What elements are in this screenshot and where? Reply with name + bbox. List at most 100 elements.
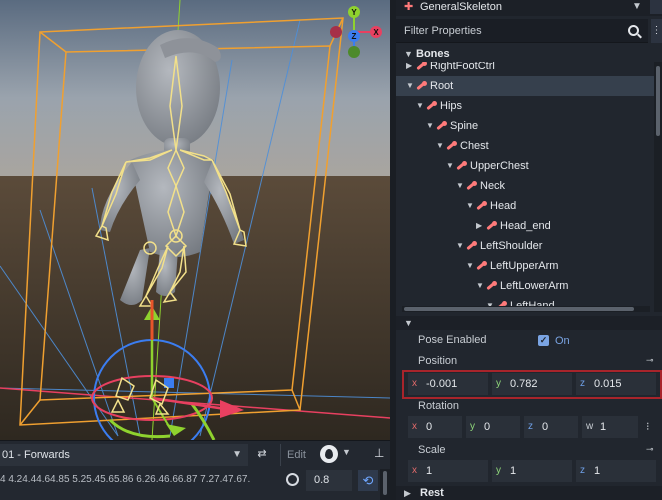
3d-viewport[interactable]: Y X Z: [0, 0, 390, 440]
edit-button[interactable]: Edit: [280, 444, 312, 466]
bone-icon: [486, 281, 497, 290]
chevron-down-icon[interactable]: ▼: [342, 447, 351, 457]
bone-tree-vertical-scrollbar[interactable]: [654, 62, 662, 312]
bone-tree-item[interactable]: ▼ LeftLowerArm: [396, 276, 654, 296]
chevron-down-icon[interactable]: ▼: [416, 96, 424, 116]
bone-name: Root: [430, 80, 454, 92]
inspector-panel: ✚ GeneralSkeleton ▼ ⋮ ▼ Bones ▶ RightFoot…: [396, 0, 662, 500]
bone-name: Neck: [480, 180, 506, 192]
pose-enabled-value[interactable]: On: [555, 332, 570, 350]
history-icon[interactable]: [650, 0, 662, 14]
axis-y-label: y: [470, 421, 475, 432]
timeline-scrollbar[interactable]: [380, 469, 390, 500]
chevron-down-icon[interactable]: ▼: [466, 256, 474, 276]
animation-selector[interactable]: 01 - Forwards ▼: [0, 444, 248, 466]
rotation-field: x 0 y 0 z 0 w 1: [408, 416, 662, 438]
bone-icon: [446, 141, 457, 150]
axis-z-label: z: [528, 421, 533, 432]
bone-name: LeftLowerArm: [500, 280, 569, 292]
bone-tree-item[interactable]: ▼ Head: [396, 196, 654, 216]
bone-icon: [476, 261, 487, 270]
rest-section-header[interactable]: ▶ Rest: [396, 486, 662, 500]
bone-tree-item[interactable]: ▼ Spine: [396, 116, 654, 136]
rotation-w-field[interactable]: w 1: [582, 416, 638, 438]
bone-name: Head_end: [500, 220, 551, 232]
more-options-icon[interactable]: ⁝: [646, 420, 650, 433]
rest-label: Rest: [420, 487, 444, 499]
filter-properties-input[interactable]: [396, 19, 622, 43]
bone-tree-item[interactable]: ▼ Neck: [396, 176, 654, 196]
rotation-z-value: 0: [542, 421, 549, 433]
tools-icon[interactable]: ⋮: [651, 19, 662, 43]
timeline-ruler[interactable]: 4 4.24.44.64.85 5.25.45.65.86 6.26.46.66…: [0, 471, 278, 489]
rotation-x-field[interactable]: x 0: [408, 416, 462, 438]
chevron-down-icon[interactable]: ▼: [426, 116, 434, 136]
bone-icon: [426, 101, 437, 110]
bone-tree-item[interactable]: ▼ Root: [396, 76, 654, 96]
bone-icon: [486, 221, 497, 230]
bone-icon: [416, 81, 427, 90]
chevron-down-icon[interactable]: ▼: [436, 136, 444, 156]
scale-field: x 1 y 1 z 1: [408, 460, 662, 482]
rotation-w-value: 1: [600, 421, 607, 433]
bone-tree-item[interactable]: ▼ LeftShoulder: [396, 236, 654, 256]
pose-enabled-checkbox[interactable]: ✓: [538, 335, 549, 346]
axis-y-label: y: [496, 465, 501, 476]
bone-tree-item[interactable]: ▼ Chest: [396, 136, 654, 156]
onion-icon[interactable]: [320, 445, 338, 463]
scale-z-field[interactable]: z 1: [576, 460, 656, 482]
step-field[interactable]: 0.8: [306, 470, 352, 491]
snap-icon[interactable]: ⟲: [358, 470, 378, 491]
rotation-label: Rotation: [418, 400, 459, 412]
chevron-right-icon[interactable]: ▶: [406, 62, 414, 76]
chevron-down-icon[interactable]: ▼: [456, 176, 464, 196]
rotation-y-field[interactable]: y 0: [466, 416, 520, 438]
chevron-down-icon[interactable]: ▼: [456, 236, 464, 256]
rotation-z-field[interactable]: z 0: [524, 416, 578, 438]
bone-tree-item[interactable]: ▼ Hips: [396, 96, 654, 116]
filter-box: [396, 19, 648, 43]
scale-y-field[interactable]: y 1: [492, 460, 572, 482]
scale-x-field[interactable]: x 1: [408, 460, 488, 482]
bone-tree-item[interactable]: ▼ LeftUpperArm: [396, 256, 654, 276]
bone-icon: [466, 181, 477, 190]
axis-x-label: x: [412, 465, 417, 476]
loop-icon[interactable]: ⇄: [254, 446, 270, 462]
search-icon: [628, 25, 639, 36]
chevron-down-icon[interactable]: ▼: [632, 0, 642, 14]
chevron-down-icon: ▼: [232, 449, 242, 460]
link-icon[interactable]: ⊸: [646, 444, 654, 455]
chevron-down-icon[interactable]: ▼: [406, 76, 414, 96]
bone-icon: [456, 161, 467, 170]
bone-name: RightFootCtrl: [430, 62, 495, 72]
chevron-right-icon: ▶: [404, 488, 411, 498]
bone-tree-item[interactable]: ▶ Head_end: [396, 216, 654, 236]
chevron-down-icon[interactable]: ▼: [466, 196, 474, 216]
bone-icon: [436, 121, 447, 130]
bone-name: Chest: [460, 140, 489, 152]
bone-tree-item[interactable]: ▶ RightFootCtrl: [396, 62, 654, 76]
chevron-down-icon[interactable]: ▼: [446, 156, 454, 176]
pin-icon[interactable]: ⊥: [374, 446, 384, 460]
bone-tree-item[interactable]: ▼ UpperChest: [396, 156, 654, 176]
chevron-down-icon[interactable]: ▼: [476, 276, 484, 296]
axis-z-label: z: [580, 465, 585, 476]
scale-z-value: 1: [594, 465, 601, 477]
scale-x-value: 1: [426, 465, 433, 477]
chevron-down-icon: ▼: [404, 49, 413, 59]
pose-enabled-row: Pose Enabled ✓ On: [396, 332, 662, 350]
gizmo-x-label: X: [373, 28, 379, 37]
chevron-right-icon[interactable]: ▶: [476, 216, 484, 236]
bone-icon: [476, 201, 487, 210]
link-icon[interactable]: ⊸: [646, 355, 654, 366]
bone-icon: [466, 241, 477, 250]
bone-name: Head: [490, 200, 517, 212]
bone-tree-horizontal-scrollbar[interactable]: [402, 306, 650, 312]
bone-tree[interactable]: ▶ RightFootCtrl ▼ Root ▼ Hips ▼ Spine ▼ Chest ▼ Upp…: [396, 62, 654, 312]
bones-section-header[interactable]: ▼ Bones: [396, 46, 662, 62]
bones-label: Bones: [416, 48, 450, 60]
axis-x-label: x: [412, 421, 417, 432]
animation-selector-value: 01 - Forwards: [2, 449, 70, 461]
bone-properties-header[interactable]: ▼: [396, 316, 662, 330]
viewport-scene[interactable]: Y X Z: [0, 0, 390, 440]
